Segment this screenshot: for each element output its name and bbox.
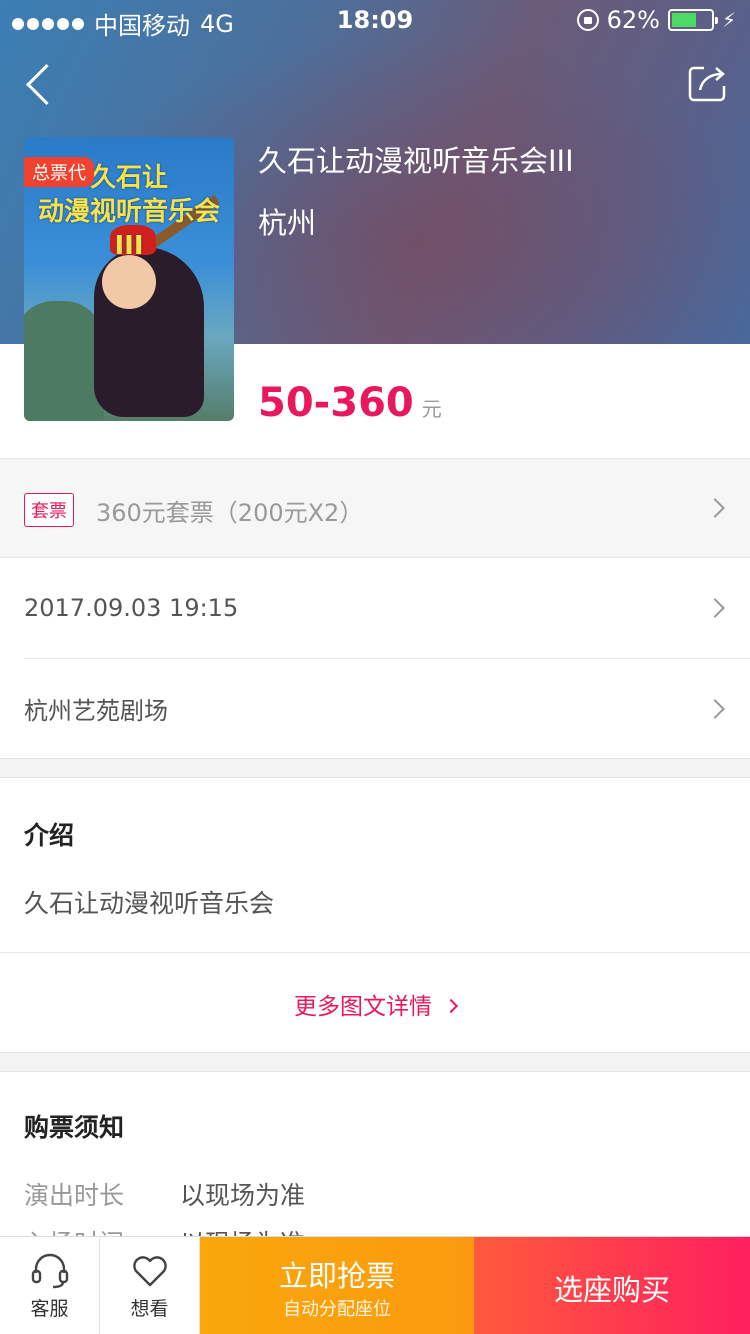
more-details-link[interactable]: 更多图文详情: [0, 952, 750, 1052]
price-value: 50-360: [258, 380, 414, 426]
share-icon: [688, 66, 726, 102]
rotation-lock-icon: [576, 9, 599, 31]
chevron-right-icon: [705, 598, 725, 618]
price-unit: 元: [421, 397, 442, 421]
venue-row[interactable]: 杭州艺苑剧场: [24, 658, 750, 758]
package-text: 360元套票（200元X2）: [96, 499, 364, 527]
want-to-see-label: 想看: [130, 1298, 169, 1320]
notice-title: 购票须知: [24, 1113, 125, 1142]
select-seat-button[interactable]: 选座购买: [474, 1237, 750, 1334]
customer-service-button[interactable]: 客服: [0, 1237, 100, 1334]
share-button[interactable]: [686, 62, 728, 104]
chevron-right-icon: [705, 698, 725, 719]
event-title: 久石让动漫视听音乐会III: [258, 144, 574, 178]
intro-text: 久石让动漫视听音乐会: [24, 889, 275, 918]
grab-ticket-label: 立即抢票: [278, 1259, 395, 1293]
headset-icon: [31, 1253, 69, 1289]
notice-row: 演出时长 以现场为准: [24, 1176, 305, 1212]
status-bar: 中国移动 4G 18:09 62% ⚡: [0, 0, 750, 40]
customer-service-label: 客服: [30, 1298, 69, 1320]
status-right: 62% ⚡: [576, 6, 736, 34]
package-row[interactable]: 套票 360元套票（200元X2）: [0, 458, 750, 558]
battery-icon: [667, 9, 718, 31]
grab-ticket-button[interactable]: 立即抢票 自动分配座位: [200, 1237, 474, 1334]
notice-key: 演出时长: [24, 1181, 125, 1210]
heart-icon: [133, 1256, 167, 1287]
event-poster[interactable]: 久石让 动漫视听音乐会III 总票代: [24, 137, 234, 421]
battery-percent: 62%: [606, 6, 660, 34]
poster-face: [102, 255, 156, 309]
charging-icon: ⚡: [721, 8, 736, 32]
poster-badge: 总票代: [24, 157, 94, 187]
date-text: 2017.09.03 19:15: [24, 594, 239, 622]
event-city: 杭州: [258, 206, 317, 240]
back-button[interactable]: [22, 62, 66, 106]
select-seat-label: 选座购买: [553, 1273, 670, 1307]
chevron-right-icon: [705, 498, 725, 518]
package-tag: 套票: [24, 493, 74, 527]
want-to-see-button[interactable]: 想看: [100, 1237, 200, 1334]
poster-hill: [24, 301, 104, 421]
intro-title: 介绍: [24, 821, 75, 850]
more-details-label: 更多图文详情: [294, 994, 432, 1020]
section-divider: [0, 758, 750, 778]
screen: 中国移动 4G 18:09 62% ⚡ 久石让 动漫视听音乐会III 总票代 久…: [0, 0, 750, 1334]
notice-value: 以现场为准: [179, 1181, 305, 1210]
price-range: 50-360 元: [258, 380, 442, 426]
bottom-action-bar: 客服 想看 立即抢票 自动分配座位 选座购买: [0, 1236, 750, 1334]
section-divider: [0, 1052, 750, 1072]
venue-text: 杭州艺苑剧场: [24, 697, 168, 725]
poster-title-line2: 动漫视听音乐会III: [37, 197, 220, 261]
date-row[interactable]: 2017.09.03 19:15: [0, 558, 750, 658]
grab-ticket-sublabel: 自动分配座位: [283, 1299, 391, 1320]
chevron-right-icon: [443, 998, 459, 1014]
